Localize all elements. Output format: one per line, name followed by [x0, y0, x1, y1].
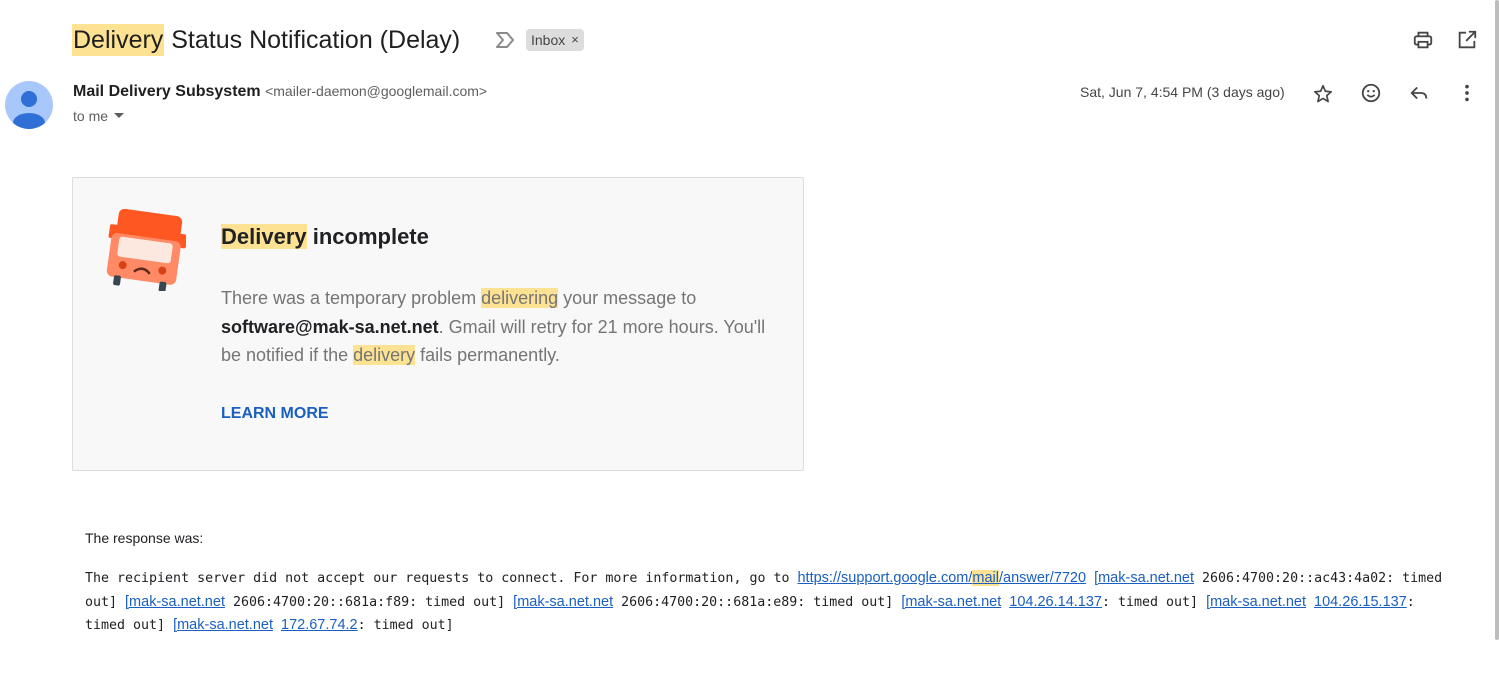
response-text: [1306, 595, 1314, 610]
sender-name[interactable]: Mail Delivery Subsystem: [73, 83, 261, 100]
sender-line: Mail Delivery Subsystem <mailer-daemon@g…: [73, 83, 487, 101]
person-avatar-icon: [13, 91, 45, 129]
star-button[interactable]: [1311, 82, 1335, 106]
subject-highlight: Delivery: [72, 24, 165, 56]
print-icon: [1413, 31, 1433, 49]
support-link[interactable]: https://support.google.com/mail/answer/7…: [797, 570, 1086, 586]
star-icon: [1313, 84, 1333, 103]
response-text: : timed out]: [357, 618, 454, 633]
card-title: Delivery incomplete: [221, 224, 429, 250]
domain-link[interactable]: [mak-sa.net.net: [173, 617, 273, 633]
inbox-label: Inbox: [531, 32, 566, 48]
more-vert-icon: [1465, 84, 1469, 102]
print-button[interactable]: [1411, 28, 1435, 52]
email-subject: Delivery Status Notification (Delay): [72, 24, 460, 56]
domain-link[interactable]: [mak-sa.net.net: [1206, 594, 1306, 610]
support-link-highlight: mail: [972, 570, 999, 586]
delivery-truck-sad-icon: [106, 209, 186, 291]
scrollbar[interactable]: [1495, 0, 1499, 640]
emoji-reaction-icon: [1361, 83, 1381, 103]
ip-link[interactable]: 172.67.74.2: [281, 617, 358, 633]
card-text: your message to: [558, 288, 697, 308]
response-text: : timed out]: [1102, 594, 1207, 610]
response-text: The recipient server did not accept our …: [85, 571, 798, 586]
emoji-reaction-button[interactable]: [1359, 81, 1383, 105]
support-link-text: https://support.google.com/: [797, 570, 973, 586]
card-title-rest: incomplete: [306, 224, 429, 249]
sender-email: <mailer-daemon@googlemail.com>: [265, 83, 488, 99]
label-arrow-icon[interactable]: [494, 30, 516, 50]
email-date: Sat, Jun 7, 4:54 PM (3 days ago): [1080, 84, 1285, 100]
response-text: 2606:4700:20::681a:e89: timed out]: [613, 594, 902, 610]
chevron-down-icon: [114, 113, 125, 118]
card-message: There was a temporary problem delivering…: [221, 284, 766, 370]
ip-link[interactable]: 104.26.14.137: [1009, 594, 1102, 610]
recipient-address: software@mak-sa.net.net: [221, 316, 439, 337]
reply-button[interactable]: [1407, 81, 1431, 105]
card-highlight-delivering: delivering: [481, 288, 559, 308]
support-link-text: /answer/7720: [998, 570, 1087, 586]
to-me-label: to me: [73, 108, 109, 124]
domain-link[interactable]: [mak-sa.net.net: [1094, 570, 1194, 586]
response-label: The response was:: [85, 530, 204, 546]
inbox-label-chip[interactable]: Inbox ×: [526, 29, 584, 51]
open-in-new-window-icon: [1458, 30, 1477, 49]
response-text: [273, 618, 281, 633]
domain-link[interactable]: [mak-sa.net.net: [901, 594, 1001, 610]
domain-link[interactable]: [mak-sa.net.net: [513, 594, 613, 610]
card-title-highlight: Delivery: [221, 224, 307, 249]
card-highlight-delivery: delivery: [353, 345, 416, 365]
ip-link[interactable]: 104.26.15.137: [1314, 594, 1407, 610]
remove-label-icon[interactable]: ×: [571, 29, 579, 51]
open-in-new-window-button[interactable]: [1455, 28, 1479, 52]
domain-link[interactable]: [mak-sa.net.net: [125, 594, 225, 610]
card-text: fails permanently.: [415, 345, 560, 365]
more-options-button[interactable]: [1455, 81, 1479, 105]
response-body: The recipient server did not accept our …: [85, 567, 1455, 638]
card-text: There was a temporary problem: [221, 288, 482, 308]
sender-avatar: [5, 81, 53, 129]
subject-text: Status Notification (Delay): [171, 26, 461, 54]
learn-more-link[interactable]: LEARN MORE: [221, 405, 329, 423]
response-text: 2606:4700:20::681a:f89: timed out]: [224, 594, 514, 610]
recipients-toggle[interactable]: to me: [73, 108, 125, 124]
reply-icon: [1410, 86, 1428, 100]
